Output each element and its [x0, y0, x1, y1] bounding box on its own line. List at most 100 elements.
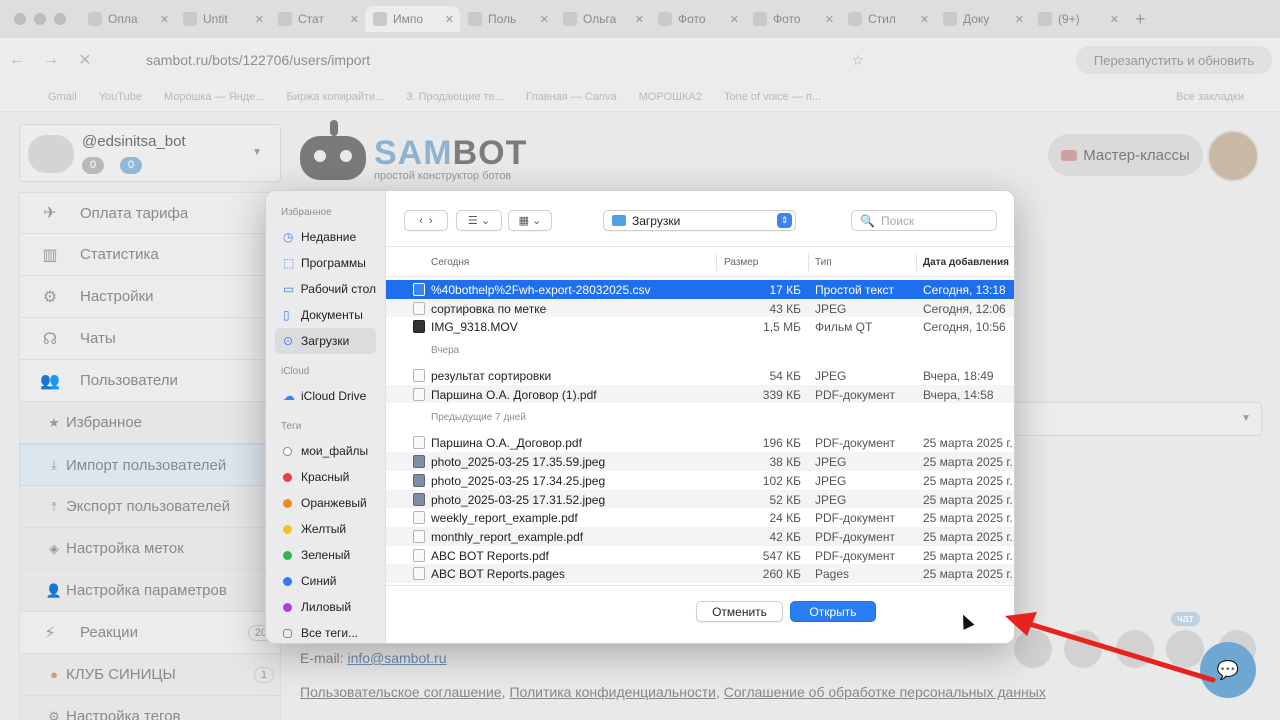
sidebar-tag[interactable]: Синий — [275, 568, 376, 594]
open-button[interactable]: Открыть — [790, 601, 876, 622]
file-row[interactable]: monthly_report_example.pdf 42 КБ PDF-докум… — [386, 526, 1014, 546]
file-row[interactable]: weekly_report_example.pdf 24 КБ PDF-докуме… — [386, 508, 1014, 527]
submenu-item[interactable]: ⤓ Импорт пользователей — [19, 444, 281, 486]
submenu-item[interactable]: ◈ Настройка меток — [19, 528, 281, 570]
forward-icon[interactable]: → — [34, 51, 68, 69]
sidebar-location[interactable]: ▯ Документы — [275, 302, 376, 328]
sidebar-tag[interactable]: мои_файлы — [275, 438, 376, 464]
browser-tab[interactable]: Фото ✕ — [650, 6, 745, 32]
file-row[interactable]: photo_2025-03-25 17.34.25.jpeg 102 КБ JPEG… — [386, 471, 1014, 490]
sidebar-tag[interactable]: Лиловый — [275, 594, 376, 620]
file-row[interactable]: результат сортировки 54 КБ JPEG Вчера, 18:4… — [386, 366, 1014, 385]
bookmark-item[interactable]: YouTube — [99, 91, 142, 103]
footer-link[interactable]: Пользовательское соглашение — [300, 684, 502, 700]
bookmark-item[interactable]: МОРОШКА2 — [639, 91, 702, 103]
stop-icon[interactable]: ✕ — [68, 50, 102, 70]
user-avatar[interactable] — [1207, 130, 1259, 182]
sidebar-location[interactable]: ☁ iCloud Drive — [275, 383, 376, 409]
background-select[interactable]: ▼ — [1000, 402, 1262, 436]
footer-link[interactable]: Политика конфиденциальности — [509, 684, 716, 700]
close-icon[interactable]: ✕ — [255, 13, 264, 26]
close-icon[interactable]: ✕ — [445, 13, 454, 26]
list-view-button[interactable]: ☰ ⌄ — [456, 210, 502, 231]
sidebar-location[interactable]: ⬚ Программы — [275, 250, 376, 276]
close-icon[interactable]: ✕ — [635, 13, 644, 26]
folder-selector[interactable]: Загрузки ⇕ — [603, 210, 796, 231]
browser-tab[interactable]: (9+) ✕ — [1030, 6, 1125, 32]
file-row[interactable]: %40bothelp%2Fwh-export-28032025.csv 17 КБ… — [386, 280, 1014, 299]
file-row[interactable]: Паршина О.А. Договор (1).pdf 339 КБ PDF-до… — [386, 384, 1014, 404]
master-classes-button[interactable]: Мастер-классы — [1048, 134, 1203, 176]
browser-tab[interactable]: Импо ✕ — [365, 6, 460, 32]
sidebar-tag[interactable]: Желтый — [275, 516, 376, 542]
bookmark-item[interactable]: Главная — Canva — [526, 91, 617, 103]
bookmark-item[interactable]: Морошка — Янде... — [164, 91, 264, 103]
submenu-item[interactable]: ★ Избранное — [19, 402, 281, 444]
browser-tab[interactable]: Untit ✕ — [175, 6, 270, 32]
new-tab-icon[interactable]: + — [1135, 9, 1146, 30]
minimize-window-button[interactable] — [34, 13, 46, 25]
sidebar-location[interactable]: ⊙ Загрузки — [275, 328, 376, 354]
close-icon[interactable]: ✕ — [825, 13, 834, 26]
submenu-item[interactable]: ⤒ Экспорт пользователей — [19, 486, 281, 528]
url-field[interactable]: sambot.ru/bots/122706/users/import ☆ — [110, 44, 1060, 76]
relaunch-update-button[interactable]: Перезапустить и обновить — [1076, 46, 1272, 74]
browser-tab[interactable]: Поль ✕ — [460, 6, 555, 32]
sidebar-location[interactable]: ▭ Рабочий стол — [275, 276, 376, 302]
back-forward-buttons[interactable]: ‹ › — [404, 210, 448, 231]
close-icon[interactable]: ✕ — [730, 13, 739, 26]
column-date[interactable]: Дата добавления — [923, 257, 1009, 268]
browser-tab[interactable]: Опла ✕ — [80, 6, 175, 32]
file-row[interactable]: IMG_9318.MOV 1,5 МБ Фильм QT Сегодня, 10:56 — [386, 317, 1014, 336]
sidebar-tag[interactable]: Красный — [275, 464, 376, 490]
close-icon[interactable]: ✕ — [920, 13, 929, 26]
sidebar-menu-item[interactable]: ⚡ Реакции 20 — [19, 612, 281, 654]
chat-widget-button[interactable]: 💬 — [1200, 642, 1256, 698]
file-row[interactable]: photo_2025-03-25 17.31.52.jpeg 52 КБ JPEG 2… — [386, 489, 1014, 509]
bot-selector[interactable]: @edsinitsa_bot 0 0 ▼ — [19, 124, 281, 182]
search-field[interactable]: 🔍 Поиск — [851, 210, 997, 231]
browser-tab[interactable]: Стат ✕ — [270, 6, 365, 32]
file-row[interactable]: photo_2025-03-25 17.35.59.jpeg 38 КБ JPEG 2… — [386, 452, 1014, 471]
sidebar-menu-item[interactable]: ✈ Оплата тарифа — [19, 192, 281, 234]
sidebar-menu-item[interactable]: ● КЛУБ СИНИЦЫ 1 — [19, 654, 281, 696]
youtube-social-icon[interactable] — [1014, 630, 1052, 668]
bookmark-item[interactable]: Биржа копирайти... — [286, 91, 384, 103]
file-row[interactable]: ABC BOT Reports.pages 260 КБ Pages 25 марта… — [386, 564, 1014, 583]
all-bookmarks-link[interactable]: Все закладки — [1176, 91, 1244, 103]
vk-social-icon[interactable] — [1064, 630, 1102, 668]
sidebar-tag[interactable]: Оранжевый — [275, 490, 376, 516]
bookmark-item[interactable]: Tone of voice — п... — [724, 91, 821, 103]
column-size[interactable]: Размер — [724, 257, 758, 268]
sidebar-tag[interactable]: Зеленый — [275, 542, 376, 568]
file-row[interactable]: сортировка по метке 43 КБ JPEG Сегодня, 12:… — [386, 298, 1014, 318]
file-row[interactable]: ABC BOT Reports.pdf 547 КБ PDF-документ 25 … — [386, 546, 1014, 565]
sidebar-menu-item[interactable]: ⚙ Настройки — [19, 276, 281, 318]
browser-tab[interactable]: Ольга ✕ — [555, 6, 650, 32]
column-type[interactable]: Тип — [815, 257, 832, 268]
telegram-social-icon[interactable] — [1166, 630, 1204, 668]
email-link[interactable]: info@sambot.ru — [347, 650, 446, 666]
browser-tab[interactable]: Доку ✕ — [935, 6, 1030, 32]
sidebar-tag[interactable]: Все теги... — [275, 620, 376, 643]
file-row[interactable]: Паршина О.А._Договор.pdf 196 КБ PDF-докуме… — [386, 433, 1014, 452]
browser-tab[interactable]: Стил ✕ — [840, 6, 935, 32]
bookmark-item[interactable]: Gmail — [48, 91, 77, 103]
close-icon[interactable]: ✕ — [160, 13, 169, 26]
maximize-window-button[interactable] — [54, 13, 66, 25]
close-icon[interactable]: ✕ — [1015, 13, 1024, 26]
close-icon[interactable]: ✕ — [540, 13, 549, 26]
sidebar-menu-item[interactable]: 👥 Пользователи — [19, 360, 281, 402]
sidebar-menu-item[interactable]: ☊ Чаты — [19, 318, 281, 360]
footer-link[interactable]: Соглашение об обработке персональных дан… — [724, 684, 1046, 700]
bookmark-item[interactable]: 3. Продающие те... — [406, 91, 504, 103]
facebook-social-icon[interactable] — [1116, 630, 1154, 668]
sidebar-menu-item[interactable]: ⚙ Настройка тегов — [19, 696, 281, 720]
close-window-button[interactable] — [14, 13, 26, 25]
submenu-item[interactable]: 👤 Настройка параметров — [19, 570, 281, 612]
sambot-logo[interactable]: SAMBOT простой конструктор ботов — [300, 120, 560, 184]
close-icon[interactable]: ✕ — [1110, 13, 1119, 26]
browser-tab[interactable]: Фото ✕ — [745, 6, 840, 32]
back-icon[interactable]: ← — [0, 51, 34, 69]
sidebar-menu-item[interactable]: ▥ Статистика — [19, 234, 281, 276]
